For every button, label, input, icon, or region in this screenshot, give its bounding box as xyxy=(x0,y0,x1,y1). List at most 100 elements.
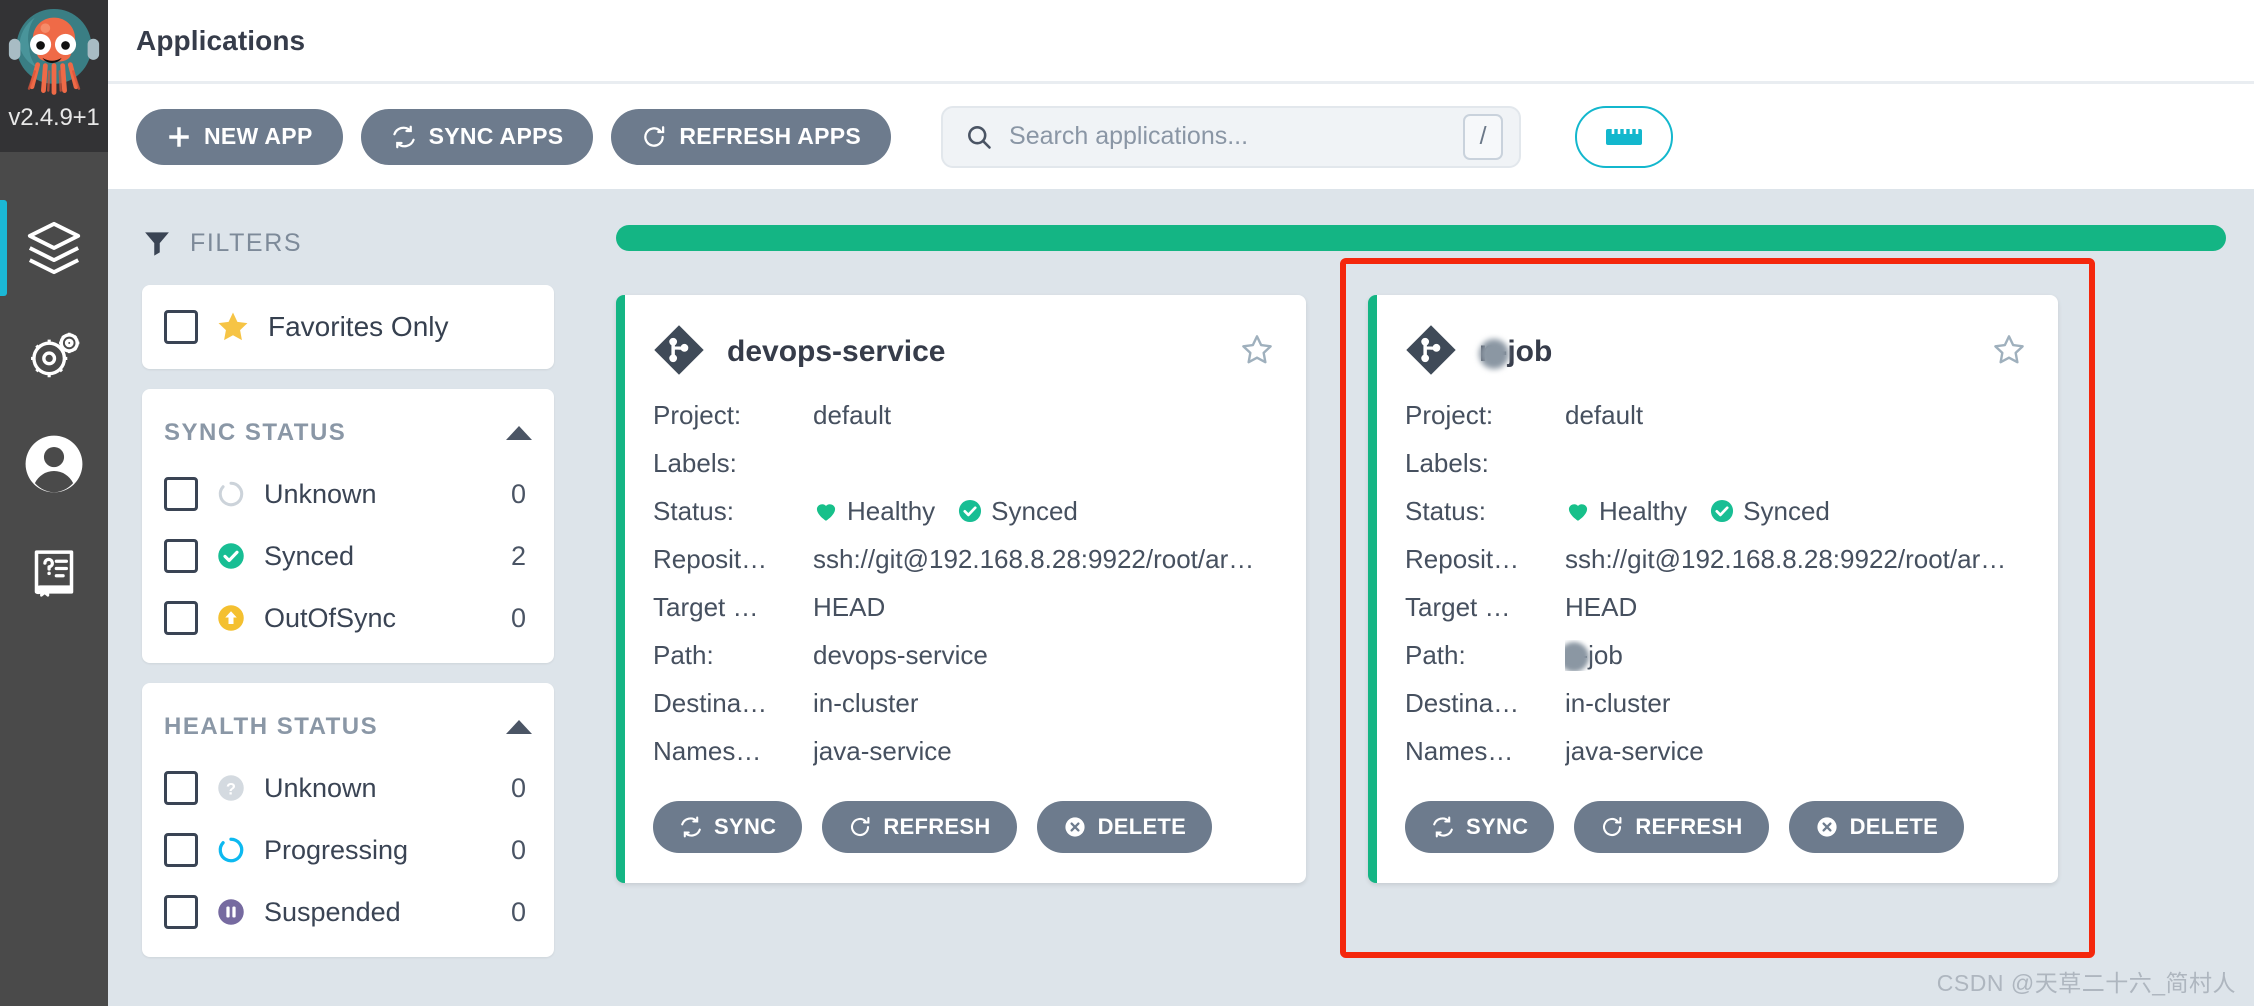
filter-row-health-suspended[interactable]: Suspended 0 xyxy=(164,881,532,943)
main-pane: Applications NEW APP SYNC APPS REFRESH A… xyxy=(108,0,2254,1006)
sync-status-text: Synced xyxy=(991,495,1078,526)
card-title: devops-service xyxy=(727,335,946,368)
sync-synced-label: Synced xyxy=(264,540,355,571)
card-refresh-button[interactable]: REFRESH xyxy=(1574,801,1769,853)
card-field-status: Status: Healthy Synced xyxy=(653,487,1274,535)
field-value-destination: in-cluster xyxy=(813,687,919,718)
favorites-only-checkbox[interactable] xyxy=(164,310,198,344)
filter-row-health-progressing[interactable]: Progressing 0 xyxy=(164,819,532,881)
filter-row-sync-unknown[interactable]: Unknown 0 xyxy=(164,463,532,525)
sync-icon xyxy=(1433,816,1453,838)
refresh-icon xyxy=(641,124,667,150)
card-field-project: Project: default xyxy=(1405,391,2026,439)
health-suspended-label: Suspended xyxy=(264,896,401,927)
card-delete-button[interactable]: DELETE xyxy=(1788,801,1965,853)
card-refresh-button[interactable]: REFRESH xyxy=(822,801,1017,853)
logo-block[interactable]: v2.4.9+1 xyxy=(0,0,108,152)
field-label-repository: Reposit… xyxy=(1405,543,1520,574)
sync-status-title: SYNC STATUS xyxy=(164,419,347,446)
filter-row-sync-synced[interactable]: Synced 2 xyxy=(164,525,532,587)
health-status-title: HEALTH STATUS xyxy=(164,713,379,740)
filters-title: FILTERS xyxy=(190,228,303,257)
health-status-filter-card: HEALTH STATUS ? Unknown 0 Progressing 0 … xyxy=(142,683,554,957)
sync-apps-label: SYNC APPS xyxy=(428,123,564,149)
card-delete-button[interactable]: DELETE xyxy=(1036,801,1213,853)
sync-status-filter-card: SYNC STATUS Unknown 0 Synced 2 OutOfSync… xyxy=(142,389,554,663)
health-unknown-checkbox[interactable] xyxy=(164,771,198,805)
card-refresh-label: REFRESH xyxy=(883,814,991,839)
application-card[interactable]: devops-service Project: default Labels: … xyxy=(616,295,1306,883)
view-mode-toggle-button[interactable] xyxy=(1575,105,1674,168)
card-field-target-revision: Target … HEAD xyxy=(653,583,1274,631)
sync-unknown-checkbox[interactable] xyxy=(164,477,198,511)
filter-row-sync-outofsync[interactable]: OutOfSync 0 xyxy=(164,587,532,649)
field-value-namespace: java-service xyxy=(1565,735,1704,766)
field-value-project: default xyxy=(813,399,892,430)
favorites-only-row[interactable]: Favorites Only xyxy=(164,299,532,355)
favorites-only-label: Favorites Only xyxy=(268,311,449,342)
card-sync-button[interactable]: SYNC xyxy=(653,801,803,853)
sync-icon xyxy=(681,816,701,838)
sidebar-item-documentation[interactable] xyxy=(0,518,108,626)
sync-apps-button[interactable]: SYNC APPS xyxy=(360,108,594,165)
layers-icon xyxy=(27,221,81,275)
field-label-project: Project: xyxy=(1405,399,1494,430)
chevron-up-icon[interactable] xyxy=(506,426,532,440)
field-label-repository: Reposit… xyxy=(653,543,768,574)
heart-icon xyxy=(816,504,836,521)
field-label-target-revision: Target … xyxy=(653,591,759,622)
search-box[interactable]: / xyxy=(941,105,1522,168)
sidebar-item-settings[interactable] xyxy=(0,302,108,410)
argocd-applications-page: v2.4.9+1 Applications NEW APP SYNC APPS … xyxy=(0,0,2254,1006)
new-app-label: NEW APP xyxy=(204,123,313,149)
field-value-namespace: java-service xyxy=(813,735,952,766)
refresh-apps-button[interactable]: REFRESH APPS xyxy=(611,108,892,165)
search-input[interactable] xyxy=(1009,122,1464,151)
field-label-labels: Labels: xyxy=(1405,447,1489,478)
sidebar-item-applications[interactable] xyxy=(0,194,108,302)
field-value-destination: in-cluster xyxy=(1565,687,1671,718)
filter-row-health-unknown[interactable]: ? Unknown 0 xyxy=(164,757,532,819)
chevron-up-icon[interactable] xyxy=(506,720,532,734)
field-value-repository: ssh://git@192.168.8.28:9922/root/ar… xyxy=(1565,543,2007,574)
documentation-book-icon xyxy=(34,550,74,597)
sidebar-item-user-info[interactable] xyxy=(0,410,108,518)
card-actions: SYNC REFRESH DELETE xyxy=(1405,801,2026,853)
field-value-status: Healthy Synced xyxy=(1565,496,1844,527)
field-value-repository: ssh://git@192.168.8.28:9922/root/ar… xyxy=(813,543,1255,574)
delete-x-circle-icon xyxy=(1816,817,1837,837)
favorite-star-icon[interactable] xyxy=(1992,333,2026,372)
watermark-text: CSDN @天草二十六_简村人 xyxy=(1936,970,2236,996)
sidebar-nav xyxy=(0,152,108,626)
top-header: Applications xyxy=(108,0,2254,84)
star-filled-icon xyxy=(218,312,248,341)
svg-text:?: ? xyxy=(226,781,236,799)
health-progressing-checkbox[interactable] xyxy=(164,833,198,867)
field-value-path: devops-service xyxy=(813,639,988,670)
gears-settings-icon xyxy=(31,332,80,378)
card-field-destination: Destina… in-cluster xyxy=(1405,679,2026,727)
card-refresh-label: REFRESH xyxy=(1635,814,1743,839)
user-avatar-icon xyxy=(25,435,83,493)
applications-content: devops-service Project: default Labels: … xyxy=(588,189,2254,1006)
refresh-apps-label: REFRESH APPS xyxy=(679,123,862,149)
application-card[interactable]: n-job Project: default Labels: Status: H… xyxy=(1368,295,2058,883)
field-value-path: n-job xyxy=(1565,640,1623,671)
health-status-text: Healthy xyxy=(1599,495,1688,526)
health-status-header[interactable]: HEALTH STATUS xyxy=(164,697,532,757)
health-suspended-checkbox[interactable] xyxy=(164,895,198,929)
toolbar: NEW APP SYNC APPS REFRESH APPS Search ap… xyxy=(108,84,2254,189)
new-app-button[interactable]: NEW APP xyxy=(136,108,343,165)
card-sync-button[interactable]: SYNC xyxy=(1405,801,1555,853)
health-status-text: Healthy xyxy=(847,495,936,526)
sync-outofsync-checkbox[interactable] xyxy=(164,601,198,635)
filters-header: FILTERS xyxy=(142,215,554,271)
sync-synced-checkbox[interactable] xyxy=(164,539,198,573)
favorite-star-icon[interactable] xyxy=(1240,333,1274,372)
card-field-status: Status: Healthy Synced xyxy=(1405,487,2026,535)
card-field-namespace: Names… java-service xyxy=(653,727,1274,775)
sync-status-header[interactable]: SYNC STATUS xyxy=(164,403,532,463)
card-field-target-revision: Target … HEAD xyxy=(1405,583,2026,631)
field-label-status: Status: xyxy=(1405,495,1486,526)
field-value-target-revision: HEAD xyxy=(813,591,886,622)
